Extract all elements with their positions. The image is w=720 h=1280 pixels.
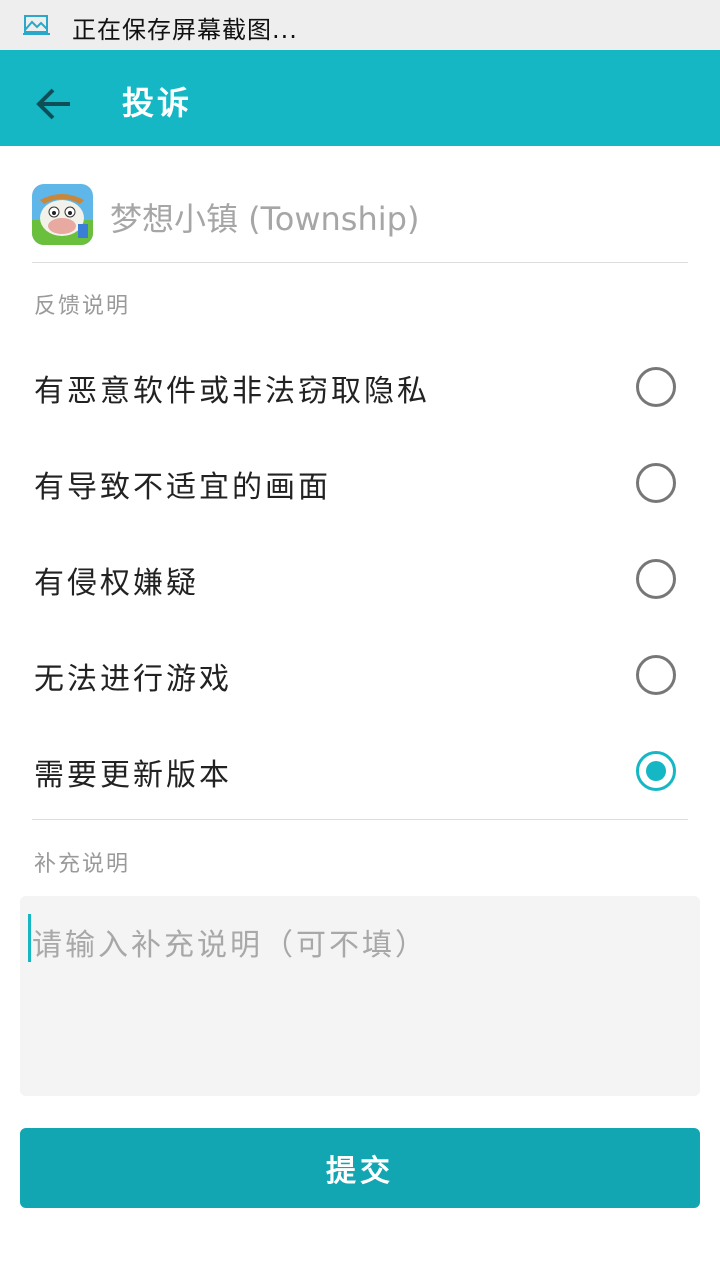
radio-button[interactable] — [636, 559, 676, 599]
radio-button[interactable] — [636, 463, 676, 503]
option-malware-privacy[interactable]: 有恶意软件或非法窃取隐私 — [0, 338, 720, 434]
app-info: 梦想小镇 (Township) — [32, 184, 688, 263]
supplement-input[interactable]: 请输入补充说明（可不填） — [20, 896, 700, 1096]
radio-button-selected[interactable] — [636, 751, 676, 791]
supplement-section-label: 补充说明 — [34, 852, 131, 877]
option-label: 无法进行游戏 — [34, 662, 232, 697]
option-cannot-play[interactable]: 无法进行游戏 — [0, 626, 720, 722]
screenshot-icon — [23, 15, 50, 35]
text-cursor — [28, 914, 31, 962]
app-name: 梦想小镇 (Township) — [110, 200, 420, 238]
option-inappropriate-content[interactable]: 有导致不适宜的画面 — [0, 434, 720, 530]
option-label: 有恶意软件或非法窃取隐私 — [34, 374, 430, 409]
arrow-left-icon[interactable] — [34, 84, 74, 124]
supplement-placeholder: 请输入补充说明（可不填） — [32, 928, 428, 963]
option-infringement[interactable]: 有侵权嫌疑 — [0, 530, 720, 626]
app-bar: 投诉 — [0, 50, 720, 146]
option-label: 有侵权嫌疑 — [34, 566, 199, 601]
option-needs-update[interactable]: 需要更新版本 — [0, 722, 720, 818]
township-app-icon — [32, 184, 93, 245]
radio-button[interactable] — [636, 655, 676, 695]
option-label: 需要更新版本 — [34, 758, 232, 793]
divider — [32, 819, 688, 820]
feedback-section-label: 反馈说明 — [34, 294, 131, 319]
status-notification-text: 正在保存屏幕截图... — [72, 16, 298, 44]
radio-button[interactable] — [636, 367, 676, 407]
submit-button[interactable]: 提交 — [20, 1128, 700, 1208]
submit-label: 提交 — [326, 1154, 394, 1189]
page-title: 投诉 — [122, 84, 193, 122]
status-bar: 正在保存屏幕截图... — [0, 0, 720, 50]
option-label: 有导致不适宜的画面 — [34, 470, 331, 505]
